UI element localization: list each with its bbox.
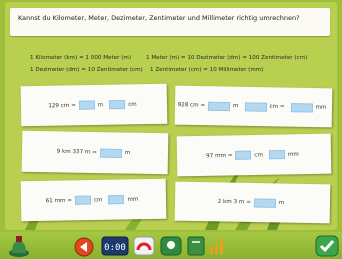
task-6-input-m[interactable] [253,198,276,208]
task-1-unit-2: cm [128,101,137,108]
app-frame: Kannst du Kilometer, Meter, Dezimeter, Z… [0,0,342,259]
ink-bottle-icon[interactable] [6,233,32,258]
reference-m: 1 Meter (m) = 10 Dezimeter (dm) = 100 Ze… [146,55,308,61]
check-icon[interactable] [315,235,339,257]
book-icon[interactable] [186,235,206,257]
task-4-unit-1: cm [254,151,263,158]
task-card-4: 97 mm = cm mm [176,133,332,177]
task-3-unit-1: m [124,150,131,157]
clock-icon[interactable]: 0:00 [101,236,129,256]
task-3-input-m[interactable] [99,148,122,158]
task-5-unit-1: cm [93,196,103,203]
bottom-toolbar: 0:00 [0,232,342,259]
task-1-unit-1: m [97,101,104,108]
back-arrow-icon[interactable] [74,237,94,257]
task-1-prefix: 129 cm = [48,102,76,109]
task-6-prefix: 2 km 3 m = [217,198,251,206]
svg-text:0:00: 0:00 [104,243,126,253]
task-1-input-m[interactable] [78,100,95,110]
task-4-prefix: 97 mm = [206,152,233,159]
task-2-input-mm[interactable] [290,102,313,113]
task-2-input-cm[interactable] [244,101,267,112]
task-card-1: 129 cm = m cm [20,83,168,127]
task-1-input-cm[interactable] [109,99,126,110]
task-4-input-mm[interactable] [268,149,286,160]
question-text: Kannst du Kilometer, Meter, Dezimeter, Z… [18,14,300,22]
task-5-input-mm[interactable] [108,194,125,205]
task-4-unit-2: mm [287,151,299,158]
task-4-input-cm[interactable] [235,150,252,160]
question-bar: Kannst du Kilometer, Meter, Dezimeter, Z… [10,8,330,36]
task-5-prefix: 61 mm = [45,197,72,204]
reference-dm: 1 Dezimeter (dm) = 10 Zentimeter (cm) [30,67,143,73]
reference-km: 1 Kilometer (km) = 1 000 Meter (m) [30,55,132,61]
task-card-3: 9 km 337 m = m [21,130,169,175]
task-5-input-cm[interactable] [74,195,91,205]
task-2-prefix: 928 cm = [177,102,206,109]
hint-icon[interactable] [160,236,182,256]
task-3-prefix: 9 km 337 m = [56,148,97,156]
task-5-unit-2: mm [127,196,139,203]
task-2-unit-3: mm [315,104,327,111]
task-card-5: 61 mm = cm mm [20,178,167,222]
task-2-unit-1: m [232,103,239,110]
reference-cm: 1 Zentimeter (cm) = 10 Millimeter (mm) [150,67,264,73]
meter-icon[interactable] [133,236,155,256]
task-6-unit-1: m [278,199,285,207]
task-card-2: 928 cm = m cm = mm [174,85,333,128]
task-2-unit-2: cm = [269,103,285,111]
task-card-6: 2 km 3 m = m [174,181,331,224]
task-2-input-m[interactable] [207,101,231,111]
stats-icon[interactable] [208,237,226,255]
